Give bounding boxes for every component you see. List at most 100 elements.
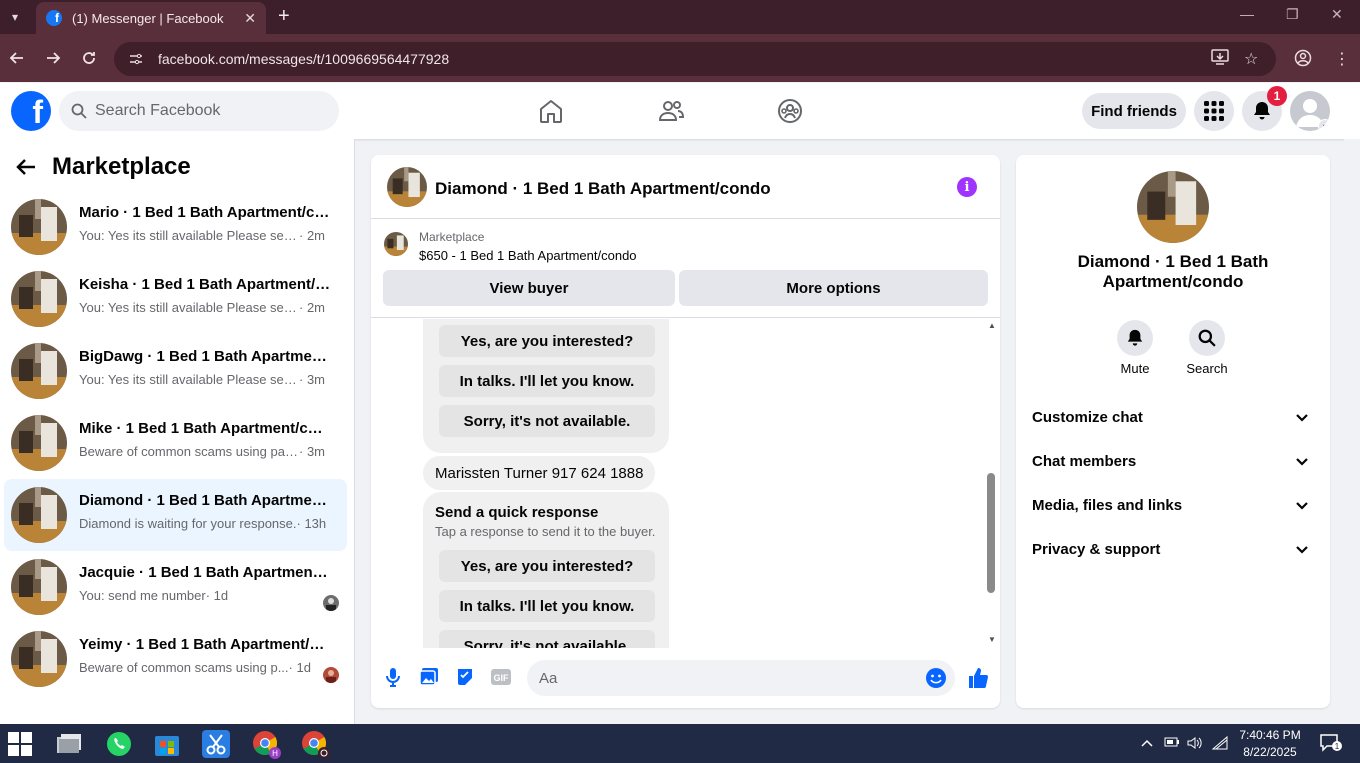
conversation-item[interactable]: Yeimy · 1 Bed 1 Bath Apartment/condo Bew… [4, 623, 347, 695]
microphone-icon[interactable] [382, 666, 404, 688]
listing-price-title[interactable]: $650 - 1 Bed 1 Bath Apartment/condo [419, 248, 637, 263]
listing-thumbnail [11, 271, 67, 327]
quick-reply-button[interactable]: In talks. I'll let you know. [439, 365, 655, 397]
mute-button[interactable] [1117, 320, 1153, 356]
marketplace-label: Marketplace [419, 230, 485, 244]
microsoft-store-icon[interactable] [151, 728, 183, 760]
search-facebook-input[interactable]: Search Facebook [59, 91, 339, 131]
svg-text:H: H [272, 749, 278, 758]
info-icon[interactable]: i [957, 177, 977, 197]
page-scrollbar[interactable] [1344, 139, 1360, 724]
chat-members-section[interactable]: Chat members [1024, 441, 1322, 481]
section-label: Customize chat [1032, 408, 1143, 426]
new-tab-button[interactable]: + [278, 4, 296, 28]
quick-reply-button[interactable]: Yes, are you interested? [439, 325, 655, 357]
restore-icon[interactable]: ❐ [1286, 6, 1299, 23]
snipping-tool-icon[interactable] [200, 728, 232, 760]
conversation-time: · 3m [299, 444, 325, 459]
message-placeholder: Aa [539, 669, 558, 687]
forward-arrow-icon[interactable] [43, 48, 63, 68]
volume-icon[interactable] [1187, 736, 1203, 753]
show-hidden-icons-icon[interactable] [1141, 736, 1153, 751]
tab-search-chevron-icon[interactable]: ▾ [4, 6, 26, 28]
address-bar[interactable]: facebook.com/messages/t/1009669564477928 [114, 42, 1276, 76]
more-options-button[interactable]: More options [679, 270, 988, 306]
view-buyer-button[interactable]: View buyer [383, 270, 675, 306]
conversation-preview: Diamond is waiting for your response. [79, 516, 297, 531]
wifi-icon[interactable] [1211, 735, 1228, 753]
listing-thumbnail [11, 415, 67, 471]
chat-panel: Diamond · 1 Bed 1 Bath Apartment/condo i… [371, 155, 1000, 708]
conversation-item[interactable]: Keisha · 1 Bed 1 Bath Apartment/condo Yo… [4, 263, 347, 335]
system-clock[interactable]: 7:40:46 PM 8/22/2025 [1230, 727, 1310, 761]
privacy-support-section[interactable]: Privacy & support [1024, 529, 1322, 569]
seen-avatar [323, 595, 339, 611]
quick-reply-button[interactable]: In talks. I'll let you know. [439, 590, 655, 622]
chevron-down-icon [1296, 546, 1308, 554]
back-arrow-icon[interactable] [7, 48, 27, 68]
tab-close-icon[interactable]: ✕ [244, 10, 256, 27]
file-explorer-icon[interactable] [54, 728, 86, 760]
search-in-conversation-button[interactable] [1189, 320, 1225, 356]
details-title: Diamond · 1 Bed 1 Bath Apartment/condo [1077, 252, 1269, 291]
groups-icon[interactable] [776, 97, 804, 125]
gif-icon[interactable]: GIF [490, 666, 512, 688]
quick-reply-button[interactable]: Sorry, it's not available. [439, 405, 655, 437]
browser-tab-messenger[interactable]: f (1) Messenger | Facebook ✕ [36, 2, 266, 34]
emoji-icon[interactable] [925, 667, 947, 689]
reload-icon[interactable] [79, 48, 99, 68]
minimize-icon[interactable]: — [1240, 6, 1254, 22]
chrome-profile-icon[interactable] [299, 728, 331, 760]
message-scrollbar[interactable]: ▲ ▼ [984, 319, 1000, 648]
conversation-time: · 13h [296, 516, 327, 531]
search-icon [71, 103, 87, 119]
thumbs-up-icon[interactable] [966, 666, 990, 690]
quick-reply-button[interactable]: Sorry, it's not available. [439, 630, 655, 648]
battery-icon[interactable] [1164, 736, 1180, 751]
scroll-thumb[interactable] [987, 473, 995, 593]
close-window-icon[interactable]: ✕ [1331, 6, 1343, 23]
customize-chat-section[interactable]: Customize chat [1024, 397, 1322, 437]
notification-center-icon[interactable]: 1 [1320, 734, 1342, 755]
account-avatar[interactable]: ▾ [1290, 91, 1330, 131]
conversation-preview: You: send me number [79, 588, 206, 603]
conversation-item[interactable]: Jacquie · 1 Bed 1 Bath Apartment/condo Y… [4, 551, 347, 623]
media-files-links-section[interactable]: Media, files and links [1024, 485, 1322, 525]
facebook-favicon-icon: f [46, 10, 62, 26]
clock-time: 7:40:46 PM [1239, 728, 1301, 742]
whatsapp-icon[interactable] [103, 728, 135, 760]
quick-reply-button[interactable]: Yes, are you interested? [439, 550, 655, 582]
bookmark-star-icon[interactable]: ☆ [1244, 49, 1258, 69]
conversation-item-active[interactable]: Diamond · 1 Bed 1 Bath Apartment/condo D… [4, 479, 347, 551]
photo-gallery-icon[interactable] [418, 666, 440, 688]
windows-start-icon[interactable] [4, 728, 36, 760]
conversation-time: · 2m [299, 300, 325, 315]
find-friends-button[interactable]: Find friends [1082, 93, 1186, 129]
home-icon[interactable] [537, 97, 565, 125]
friends-icon[interactable] [657, 97, 685, 125]
conversation-item[interactable]: Mario · 1 Bed 1 Bath Apartment/condo You… [4, 191, 347, 263]
back-arrow-button[interactable] [12, 153, 40, 181]
conversation-item[interactable]: Mike · 1 Bed 1 Bath Apartment/condo Bewa… [4, 407, 347, 479]
facebook-logo-icon[interactable]: f [11, 91, 51, 131]
chat-listing-thumbnail[interactable] [387, 167, 427, 207]
conversation-item[interactable]: BigDawg · 1 Bed 1 Bath Apartment/condo Y… [4, 335, 347, 407]
url-text: facebook.com/messages/t/1009669564477928 [158, 51, 450, 67]
bell-icon [1254, 102, 1270, 120]
browser-tab-bar: ▾ f (1) Messenger | Facebook ✕ + — ❐ ✕ [0, 0, 1360, 34]
site-info-icon[interactable] [128, 51, 144, 67]
menu-grid-button[interactable] [1194, 91, 1234, 131]
profile-icon[interactable] [1294, 49, 1312, 72]
conversation-name: Jacquie · 1 Bed 1 Bath Apartment/condo [79, 564, 331, 581]
browser-menu-icon[interactable]: ⋮ [1334, 49, 1350, 69]
chrome-profile-h-icon[interactable]: H [250, 728, 282, 760]
scroll-up-icon[interactable]: ▲ [988, 321, 996, 330]
listing-mini-thumbnail [384, 232, 408, 256]
scroll-down-icon[interactable]: ▼ [988, 635, 996, 644]
notification-count-badge: 1 [1267, 86, 1287, 106]
sticker-icon[interactable] [454, 666, 476, 688]
marketplace-listing-bar: Marketplace $650 - 1 Bed 1 Bath Apartmen… [371, 220, 1000, 318]
install-app-icon[interactable] [1211, 49, 1229, 70]
message-input[interactable]: Aa [527, 660, 955, 696]
chat-title[interactable]: Diamond · 1 Bed 1 Bath Apartment/condo [435, 179, 771, 199]
